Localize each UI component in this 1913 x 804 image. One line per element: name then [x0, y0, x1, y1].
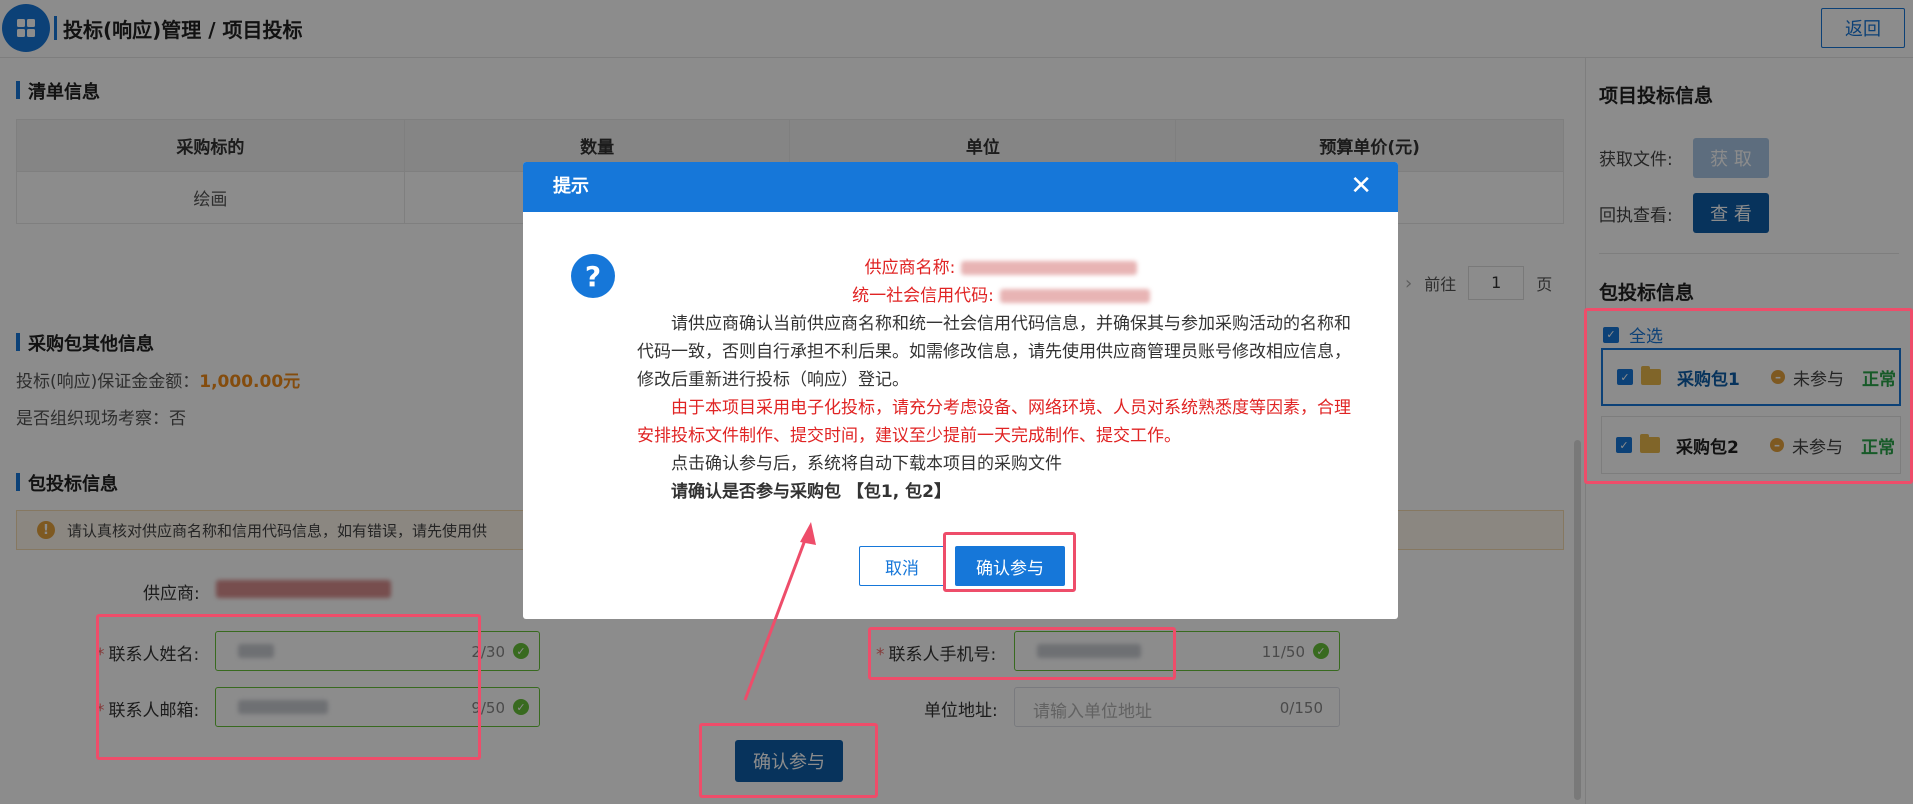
dialog-header: 提示 ✕ [523, 162, 1398, 212]
dialog-paragraph: 请供应商确认当前供应商名称和统一社会信用代码信息，并确保其与参加采购活动的名称和… [637, 314, 1351, 390]
dialog-confirm-question: 请确认是否参与采购包 【包1, 包2】 [671, 482, 951, 502]
supplier-name-line: 供应商名称: [637, 254, 1365, 282]
confirm-dialog: 提示 ✕ ? 供应商名称: 统一社会信用代码: 请供应商确认当前供应商名称和统一… [523, 162, 1398, 619]
credit-code-redacted [999, 289, 1150, 303]
dialog-download-note: 点击确认参与后，系统将自动下载本项目的采购文件 [671, 454, 1062, 474]
dialog-warning-paragraph: 由于本项目采用电子化投标，请充分考虑设备、网络环境、人员对系统熟悉度等因素，合理… [637, 398, 1351, 446]
cancel-button[interactable]: 取消 [859, 546, 945, 586]
close-icon[interactable]: ✕ [1350, 162, 1372, 210]
credit-code-line: 统一社会信用代码: [637, 282, 1365, 310]
dialog-title: 提示 [553, 176, 589, 197]
supplier-name-redacted [961, 261, 1138, 275]
dialog-confirm-button[interactable]: 确认参与 [955, 546, 1065, 586]
question-icon: ? [571, 254, 615, 298]
dialog-body: 供应商名称: 统一社会信用代码: 请供应商确认当前供应商名称和统一社会信用代码信… [637, 254, 1365, 506]
